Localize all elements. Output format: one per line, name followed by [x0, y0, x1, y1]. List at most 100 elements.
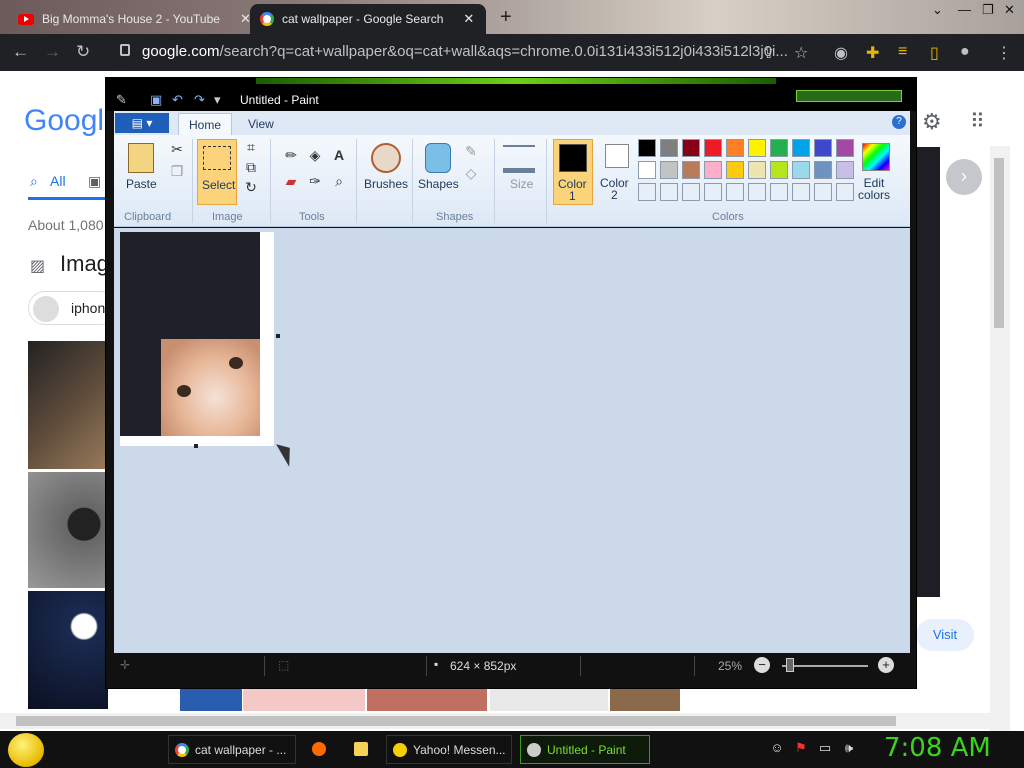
paint-title-bar[interactable]: ✎ ▣ ↶ ↷ ▾ Untitled - Paint — [106, 78, 916, 111]
taskbar-item-paint[interactable]: Untitled - Paint — [520, 735, 650, 764]
outline-icon[interactable]: ✎ — [462, 143, 480, 161]
gear-icon[interactable]: ⚙ — [922, 109, 942, 135]
minimize-icon[interactable]: — — [958, 2, 971, 17]
palette-swatch[interactable] — [704, 161, 722, 179]
palette-swatch[interactable] — [836, 139, 854, 157]
scrollbar-thumb[interactable] — [994, 158, 1004, 328]
palette-swatch[interactable] — [748, 161, 766, 179]
images-tab-icon[interactable]: ▣ — [88, 173, 101, 190]
fill-shape-icon[interactable]: ◇ — [462, 165, 480, 183]
pencil-icon[interactable]: ✏ — [282, 147, 300, 165]
resize-icon[interactable]: ⧉ — [242, 159, 260, 177]
magnifier-icon[interactable]: ⌕ — [330, 173, 348, 191]
palette-swatch[interactable] — [682, 139, 700, 157]
paint-app-icon[interactable]: ✎ — [116, 92, 127, 108]
help-icon[interactable]: ? — [892, 115, 906, 129]
canvas[interactable] — [120, 232, 274, 446]
canvas-area[interactable] — [114, 228, 910, 653]
messenger-tray-icon[interactable]: ☺ — [770, 741, 784, 755]
palette-swatch[interactable] — [660, 183, 678, 201]
next-arrow-icon[interactable]: › — [946, 159, 982, 195]
tab-youtube[interactable]: Big Momma's House 2 - YouTube ✕ — [8, 4, 261, 34]
resize-handle[interactable] — [276, 334, 280, 338]
image-result-cats-pattern[interactable] — [367, 687, 487, 711]
close-window-icon[interactable]: ✕ — [1004, 2, 1015, 18]
clipboard-icon[interactable] — [128, 143, 154, 173]
visit-button[interactable]: Visit — [916, 619, 974, 651]
fill-icon[interactable]: ◈ — [306, 147, 324, 165]
taskbar-item-yahoo-messenger[interactable]: Yahoo! Messen... — [386, 735, 512, 764]
taskbar-item-chrome[interactable]: cat wallpaper - ... — [168, 735, 296, 764]
palette-swatch[interactable] — [792, 183, 810, 201]
address-bar[interactable]: google.com/search?q=cat+wallpaper&oq=cat… — [108, 38, 820, 67]
image-result-light[interactable] — [490, 687, 608, 711]
start-button-smiley-icon[interactable] — [8, 733, 44, 767]
palette-swatch[interactable] — [814, 139, 832, 157]
image-result-blue[interactable] — [180, 687, 242, 711]
vertical-scrollbar[interactable] — [990, 146, 1010, 761]
reload-icon[interactable]: ↻ — [76, 42, 90, 62]
palette-swatch[interactable] — [682, 183, 700, 201]
brush-icon[interactable] — [371, 143, 401, 173]
scrollbar-thumb[interactable] — [16, 716, 896, 726]
edit-colors-button[interactable]: Edit colors — [858, 177, 890, 201]
zoom-slider-thumb[interactable] — [786, 658, 794, 672]
taskbar-item-folder[interactable] — [348, 735, 378, 764]
apps-grid-icon[interactable]: ⠿ — [970, 109, 985, 134]
palette-swatch[interactable] — [836, 183, 854, 201]
color-picker-icon[interactable]: ✑ — [306, 173, 324, 191]
size-button[interactable]: Size — [510, 177, 533, 191]
taskbar-item-firefox[interactable] — [306, 735, 336, 764]
tab-view[interactable]: View — [238, 113, 284, 135]
brushes-button[interactable]: Brushes — [364, 177, 408, 191]
volume-icon[interactable]: 🕪 — [842, 741, 856, 755]
shapes-icon[interactable] — [425, 143, 451, 173]
file-menu-button[interactable]: ▤ ▾ — [115, 113, 169, 133]
size-icon[interactable] — [503, 145, 535, 173]
network-icon[interactable]: ▭ — [818, 741, 832, 755]
new-tab-icon[interactable]: + — [500, 6, 512, 29]
palette-swatch[interactable] — [682, 161, 700, 179]
action-center-flag-icon[interactable]: ⚑ — [794, 741, 808, 755]
forward-icon[interactable]: → — [44, 42, 61, 62]
close-icon[interactable]: ✕ — [463, 11, 474, 27]
zoom-slider[interactable] — [782, 665, 868, 667]
palette-swatch[interactable] — [726, 161, 744, 179]
image-result-cat-1[interactable] — [28, 341, 108, 469]
window-buttons[interactable] — [796, 90, 902, 102]
palette-swatch[interactable] — [770, 139, 788, 157]
palette-swatch[interactable] — [704, 139, 722, 157]
zoom-in-button[interactable]: + — [878, 657, 894, 673]
redo-icon[interactable]: ↷ — [194, 92, 205, 108]
shapes-button[interactable]: Shapes — [418, 177, 459, 191]
resize-handle[interactable] — [194, 444, 198, 448]
zoom-out-button[interactable]: − — [754, 657, 770, 673]
palette-swatch[interactable] — [638, 183, 656, 201]
horizontal-scrollbar[interactable] — [0, 713, 1010, 729]
rotate-icon[interactable]: ↻ — [242, 179, 260, 197]
eraser-icon[interactable]: ▰ — [282, 173, 300, 191]
image-result-pink-pattern[interactable] — [243, 687, 365, 711]
undo-icon[interactable]: ↶ — [172, 92, 183, 108]
palette-swatch[interactable] — [836, 161, 854, 179]
music-queue-icon[interactable]: ≡ — [898, 43, 907, 61]
text-icon[interactable]: A — [330, 147, 348, 165]
palette-swatch[interactable] — [660, 139, 678, 157]
image-result-brown[interactable] — [610, 687, 680, 711]
clock[interactable]: 7:08 AM — [884, 733, 991, 763]
image-result-cat-2[interactable] — [28, 472, 108, 588]
palette-swatch[interactable] — [792, 161, 810, 179]
edit-colors-icon[interactable] — [862, 143, 890, 171]
palette-swatch[interactable] — [638, 139, 656, 157]
restore-icon[interactable]: ❐ — [982, 2, 994, 18]
tab-all[interactable]: All — [50, 173, 66, 189]
profile-avatar-icon[interactable]: ● — [960, 43, 970, 61]
crop-icon[interactable]: ⌗ — [242, 139, 260, 157]
palette-swatch[interactable] — [814, 183, 832, 201]
puzzle-icon[interactable]: ✚ — [866, 43, 879, 63]
extension-flag-icon[interactable]: ◉ — [834, 43, 848, 63]
palette-swatch[interactable] — [660, 161, 678, 179]
menu-kebab-icon[interactable]: ⋮ — [996, 43, 1012, 63]
back-icon[interactable]: ← — [12, 42, 29, 62]
palette-swatch[interactable] — [792, 139, 810, 157]
